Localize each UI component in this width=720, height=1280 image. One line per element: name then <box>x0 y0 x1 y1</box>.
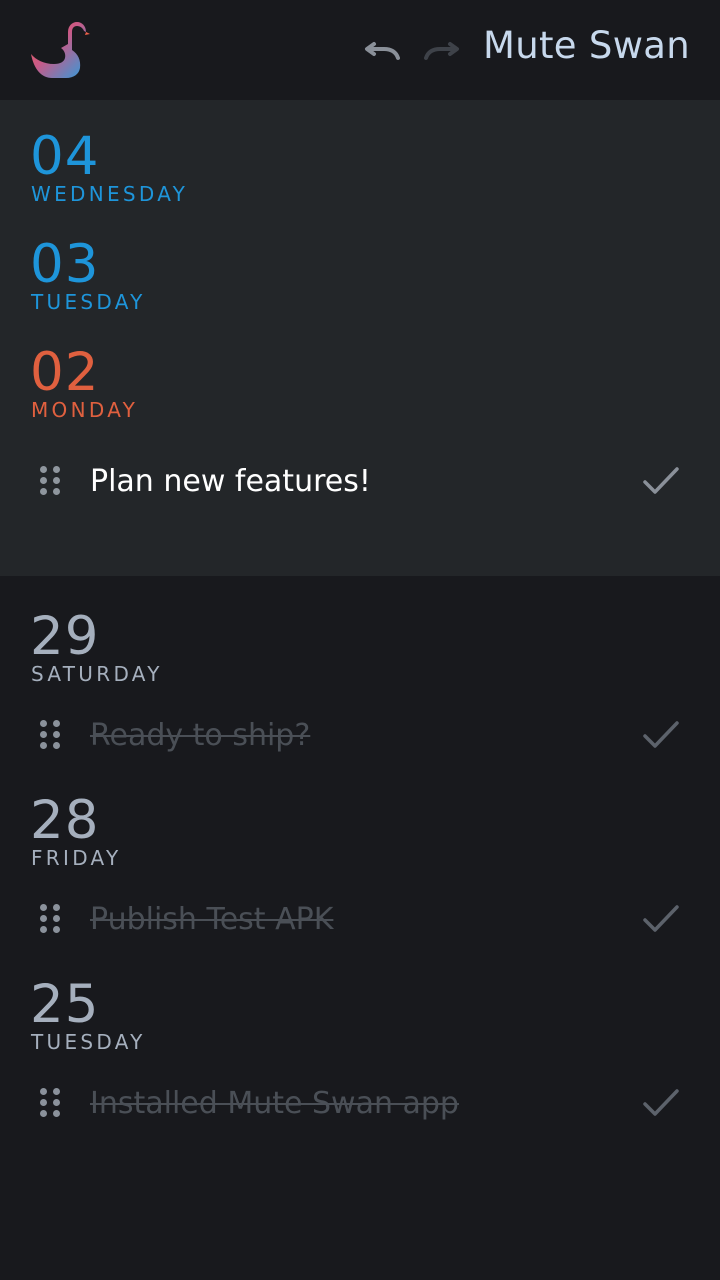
current-days-section: 04 WEDNESDAY 03 TUESDAY 02 MONDAY Plan n… <box>0 100 720 576</box>
task-item[interactable]: Plan new features! <box>0 452 720 512</box>
check-icon[interactable] <box>642 718 680 752</box>
day-header: 25 TUESDAY <box>0 974 720 1055</box>
day-number: 29 <box>30 606 100 667</box>
drag-handle-icon[interactable] <box>40 466 60 496</box>
day-name: FRIDAY <box>31 846 122 870</box>
task-text[interactable]: Publish Test APK <box>90 900 333 940</box>
day-number: 28 <box>30 790 100 851</box>
undo-icon <box>365 42 400 60</box>
day-number: 04 <box>30 126 100 187</box>
check-icon[interactable] <box>642 902 680 936</box>
task-item-completed[interactable]: Publish Test APK <box>0 890 720 950</box>
app-root: Mute Swan 04 WEDNESDAY 03 TUESDAY 02 MON… <box>0 0 720 1280</box>
redo-button[interactable] <box>422 30 462 70</box>
day-name: MONDAY <box>31 398 139 422</box>
day-header: 04 WEDNESDAY <box>0 126 720 207</box>
past-days-section: 29 SATURDAY Ready to ship? 28 FRIDAY Pub… <box>0 576 720 1134</box>
day-number: 25 <box>30 974 100 1035</box>
day-number: 03 <box>30 234 100 295</box>
task-item-completed[interactable]: Ready to ship? <box>0 706 720 766</box>
app-title: Mute Swan <box>483 24 690 67</box>
task-item-completed[interactable]: Installed Mute Swan app <box>0 1074 720 1134</box>
day-name: WEDNESDAY <box>31 182 189 206</box>
drag-handle-icon[interactable] <box>40 1088 60 1118</box>
day-name: TUESDAY <box>31 1030 146 1054</box>
task-text[interactable]: Plan new features! <box>90 462 371 502</box>
check-icon[interactable] <box>642 1086 680 1120</box>
day-header: 03 TUESDAY <box>0 234 720 315</box>
task-text[interactable]: Installed Mute Swan app <box>90 1084 459 1124</box>
day-header: 29 SATURDAY <box>0 606 720 687</box>
undo-button[interactable] <box>362 30 402 70</box>
day-header-today: 02 MONDAY <box>0 342 720 423</box>
app-header: Mute Swan <box>0 0 720 100</box>
drag-handle-icon[interactable] <box>40 720 60 750</box>
day-name: TUESDAY <box>31 290 146 314</box>
redo-icon <box>424 42 459 60</box>
swan-logo-icon <box>31 22 90 78</box>
day-header: 28 FRIDAY <box>0 790 720 871</box>
task-text[interactable]: Ready to ship? <box>90 716 310 756</box>
check-icon[interactable] <box>642 464 680 498</box>
day-name: SATURDAY <box>31 662 163 686</box>
drag-handle-icon[interactable] <box>40 904 60 934</box>
day-number: 02 <box>30 342 100 403</box>
